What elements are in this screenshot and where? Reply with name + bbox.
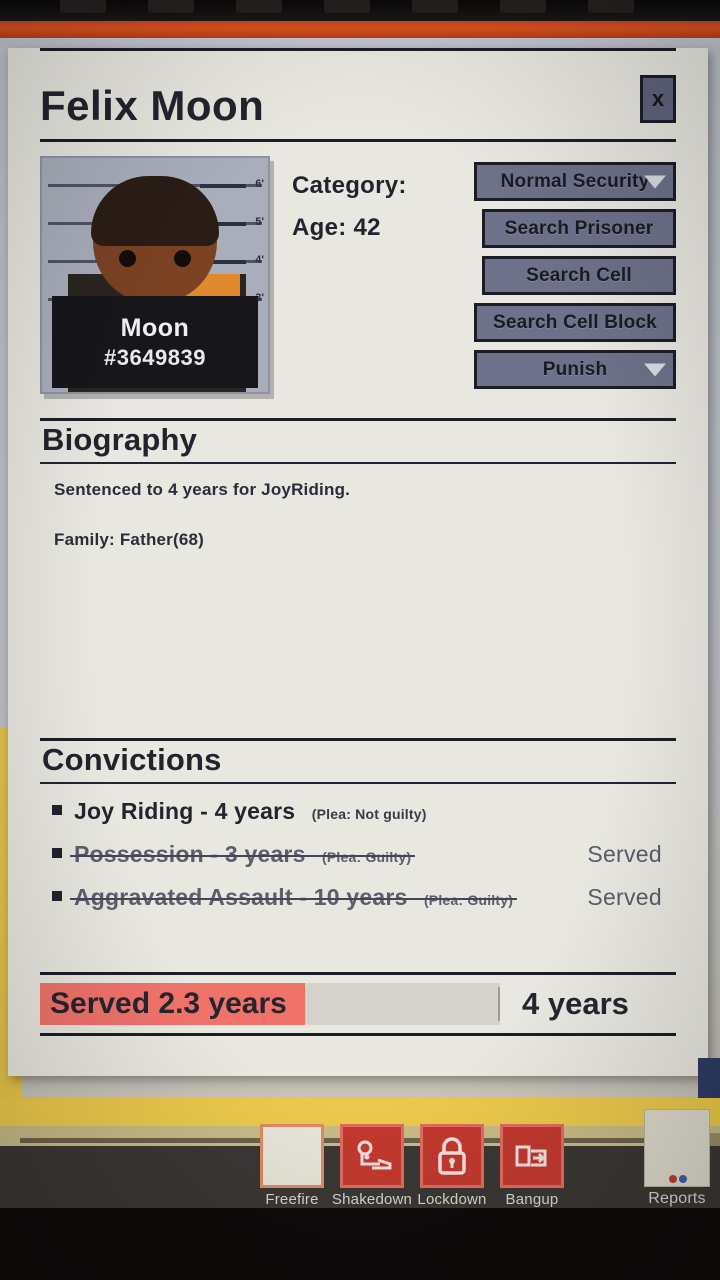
convictions-section: Convictions Joy Riding - 4 years (Plea: … [40, 738, 676, 927]
taskbar-item-reports[interactable]: Reports [636, 1109, 718, 1208]
age-row: Age: 42 [292, 214, 478, 242]
security-level-dropdown[interactable]: Normal Security [474, 162, 676, 201]
conviction-crime: Joy Riding - 4 years [74, 798, 296, 824]
sentence-row: Served 2.3 years 4 years [40, 979, 676, 1029]
mug-ruler-label-6: 6' [255, 178, 264, 190]
mugshot-photo: 6' 5' 4' 3' Moon #3649839 [40, 156, 270, 394]
punish-dropdown[interactable]: Punish [474, 350, 676, 389]
age-label: Age: [292, 214, 347, 241]
age-value: 42 [353, 214, 381, 241]
sentence-progress-bar: Served 2.3 years [40, 983, 500, 1025]
bullet-icon [52, 805, 62, 815]
sentence-bottom-rule [40, 1033, 676, 1036]
taskbar-item-shakedown[interactable]: Shakedown [332, 1124, 412, 1208]
padlock-icon [420, 1124, 484, 1188]
prisoner-summary-area: 6' 5' 4' 3' Moon #3649839 Category: Age:… [40, 156, 676, 408]
panel-titlebar: Felix Moon x [40, 73, 676, 139]
convictions-list: Joy Riding - 4 years (Plea: Not guilty) … [40, 784, 676, 911]
taskbar-label: Shakedown [331, 1191, 413, 1208]
search-prisoner-label: Search Prisoner [504, 217, 654, 239]
category-label: Category: [292, 172, 407, 199]
close-button[interactable]: x [640, 75, 676, 123]
security-level-label: Normal Security [500, 170, 650, 192]
taskbar-label: Lockdown [417, 1191, 487, 1208]
prisoner-action-buttons: Normal Security Search Prisoner Search C… [474, 156, 676, 408]
search-cell-button[interactable]: Search Cell [482, 256, 676, 295]
conviction-crime: Aggravated Assault - 10 years [74, 884, 408, 910]
taskbar-label: Freefire [265, 1191, 319, 1208]
chevron-down-icon [644, 363, 666, 376]
chevron-down-icon [644, 175, 666, 188]
mugshot-name: Moon [120, 313, 190, 342]
bullet-icon [52, 848, 62, 858]
game-taskbar: Freefire Shakedown Lockdown Bangup Repor… [0, 1058, 720, 1208]
biography-heading: Biography [42, 422, 198, 457]
title-bottom-rule [40, 139, 676, 142]
conviction-crime: Possession - 3 years [74, 841, 306, 867]
search-cell-block-button[interactable]: Search Cell Block [474, 303, 676, 342]
mugshot-id: #3649839 [104, 344, 206, 370]
bed-icon [500, 1124, 564, 1188]
taskbar-emergency-buttons: Freefire Shakedown Lockdown Bangup [258, 1124, 566, 1208]
close-icon: x [651, 86, 665, 111]
shakedown-icon [340, 1124, 404, 1188]
screen-edge-artifact [698, 1058, 720, 1098]
search-prisoner-button[interactable]: Search Prisoner [482, 209, 676, 248]
monitor-bezel-bottom [0, 1208, 720, 1280]
biography-line: Family: Father(68) [54, 530, 205, 549]
mugshot-nameplate: Moon #3649839 [52, 296, 258, 388]
conviction-plea: (Plea: Guilty) [423, 892, 514, 908]
conviction-served-badge: Served [587, 841, 662, 867]
taskbar-label: Reports [648, 1190, 706, 1207]
prisoner-eye-right [174, 250, 191, 267]
conviction-served-badge: Served [587, 884, 662, 910]
mug-ruler-label-4: 4' [255, 254, 264, 266]
sentence-progress-section: Served 2.3 years 4 years [40, 972, 676, 1036]
monitor-orange-band [0, 21, 720, 38]
taskbar-item-freefire[interactable]: Freefire [258, 1124, 326, 1208]
search-cell-label: Search Cell [526, 264, 632, 286]
mug-ruler-label-5: 5' [255, 216, 264, 228]
prisoner-info-panel: Felix Moon x 6' 5' 4' 3' Moon #3649839 C… [8, 48, 708, 1076]
conviction-plea: (Plea: Not guilty) [311, 806, 427, 822]
reports-document-icon [644, 1109, 710, 1187]
taskbar-label: Bangup [505, 1191, 559, 1208]
conviction-row: Aggravated Assault - 10 years (Plea: Gui… [52, 884, 676, 911]
taskbar-item-lockdown[interactable]: Lockdown [417, 1124, 487, 1208]
screen-photo: Felix Moon x 6' 5' 4' 3' Moon #3649839 C… [0, 0, 720, 1280]
conviction-plea: (Plea: Guilty) [322, 849, 412, 865]
sentence-top-rule [40, 972, 676, 975]
conviction-row: Possession - 3 years (Plea: Guilty) Serv… [52, 841, 676, 868]
prisoner-eye-left [119, 250, 136, 267]
category-row: Category: [292, 172, 478, 200]
biography-body: Sentenced to 4 years for JoyRiding. Fami… [40, 464, 676, 550]
prisoner-name-title: Felix Moon [40, 82, 265, 129]
convictions-heading: Convictions [42, 742, 222, 777]
sentence-served-label: Served 2.3 years [50, 987, 287, 1020]
sentence-total-label: 4 years [522, 986, 629, 1021]
prisoner-stats: Category: Age: 42 [292, 156, 478, 408]
biography-section: Biography Sentenced to 4 years for JoyRi… [40, 418, 676, 550]
bullet-icon [52, 891, 62, 901]
title-top-rule [40, 48, 676, 51]
punish-label: Punish [542, 358, 608, 380]
biography-line: Sentenced to 4 years for JoyRiding. [54, 480, 351, 499]
taskbar-item-bangup[interactable]: Bangup [498, 1124, 566, 1208]
monitor-bezel-top [0, 0, 720, 22]
sentence-end-marker [498, 987, 500, 1021]
conviction-row: Joy Riding - 4 years (Plea: Not guilty) [52, 798, 676, 825]
blank-icon [260, 1124, 324, 1188]
search-cell-block-label: Search Cell Block [493, 311, 657, 333]
